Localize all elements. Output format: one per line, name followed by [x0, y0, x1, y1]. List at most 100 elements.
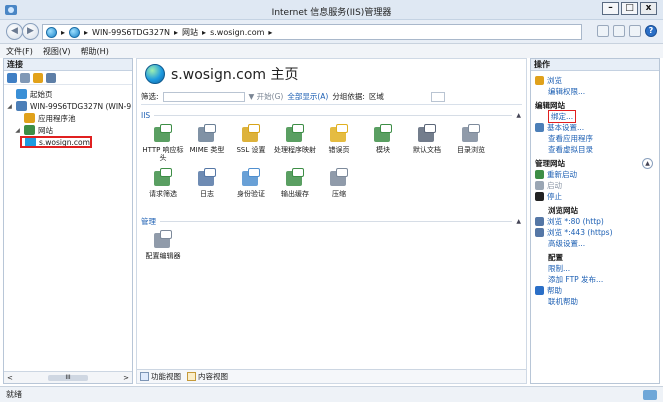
feature-item[interactable]: 目录浏览 [449, 124, 493, 162]
tree-expander-icon[interactable]: ◢ [6, 103, 13, 110]
feature-label: 目录浏览 [457, 146, 485, 154]
home-icon[interactable] [629, 25, 641, 37]
scroll-thumb[interactable]: III [48, 374, 88, 381]
menu-bar: 文件(F) 视图(V) 帮助(H) [0, 44, 663, 58]
view-mode-dropdown[interactable] [430, 91, 445, 102]
action-item[interactable]: 联机帮助 [535, 296, 659, 307]
tree-expander-icon[interactable]: ◢ [14, 127, 21, 134]
feature-item[interactable]: 配置编辑器 [141, 230, 185, 260]
go-button[interactable]: ▼ 开始(G) [249, 91, 284, 102]
action-item[interactable]: 浏览 *:80 (http) [535, 216, 659, 227]
features-view-icon [140, 372, 149, 381]
action-link[interactable]: 浏览 *:443 (https) [547, 227, 613, 238]
action-link[interactable]: 查看应用程序 [548, 133, 593, 144]
feature-label: 默认文档 [413, 146, 441, 154]
back-button[interactable]: ◀ [6, 23, 23, 40]
tree-item[interactable]: ◢ 网站 [6, 124, 132, 136]
action-item[interactable]: 浏览 [535, 75, 659, 86]
action-item[interactable]: 高级设置... [535, 238, 659, 249]
action-item[interactable]: 绑定... [535, 110, 659, 123]
action-item: 启动 [535, 180, 659, 191]
globe-icon [69, 26, 81, 38]
tab-features-view[interactable]: 功能视图 [140, 371, 181, 382]
scroll-left-button[interactable]: < [7, 374, 13, 382]
group-by-label: 分组依据: [332, 92, 365, 101]
close-button[interactable]: x [640, 2, 657, 15]
collapse-group-icon[interactable]: ▲ [642, 158, 653, 169]
tab-content-view[interactable]: 内容视图 [187, 371, 228, 382]
feature-item[interactable]: 默认文档 [405, 124, 449, 162]
feature-item[interactable]: 模块 [361, 124, 405, 162]
connect-icon[interactable] [7, 72, 17, 83]
tree-item[interactable]: 起始页 [6, 88, 132, 100]
action-link[interactable]: 基本设置... [547, 122, 584, 133]
feature-item[interactable]: 压缩 [317, 168, 361, 198]
action-link[interactable]: 浏览 [547, 75, 562, 86]
tree-node-icon [16, 101, 27, 111]
action-item[interactable]: 停止 [535, 191, 659, 202]
action-group-title: 配置 [548, 253, 563, 262]
group-by-select[interactable]: 区域 [369, 91, 427, 102]
action-item[interactable]: 基本设置... [535, 122, 659, 133]
feature-item[interactable]: 处理程序映射 [273, 124, 317, 162]
tree-item[interactable]: 应用程序池 [6, 112, 132, 124]
action-item[interactable]: 限制... [535, 263, 659, 274]
breadcrumb-separator: ▸ [61, 27, 66, 37]
scroll-right-button[interactable]: > [123, 374, 129, 382]
feature-label: 压缩 [332, 190, 346, 198]
menu-view[interactable]: 视图(V) [43, 46, 71, 57]
view-tabs: 功能视图 内容视图 [137, 369, 526, 383]
feature-item[interactable]: 错误页 [317, 124, 361, 162]
action-link[interactable]: 查看虚拟目录 [548, 144, 593, 155]
show-all-button[interactable]: 全部显示(A) [287, 91, 328, 102]
stop-icon[interactable] [613, 25, 625, 37]
feature-item[interactable]: 输出缓存 [273, 168, 317, 198]
tree-item[interactable]: ◢ WIN-99S6TDG327N (WIN-9 [6, 100, 132, 112]
action-item[interactable]: 重新启动 [535, 169, 659, 180]
action-link[interactable]: 编辑权限... [548, 86, 585, 97]
feature-item[interactable]: 请求筛选 [141, 168, 185, 198]
action-link[interactable]: 限制... [548, 263, 570, 274]
menu-file[interactable]: 文件(F) [6, 46, 33, 57]
forward-button[interactable]: ▶ [22, 23, 39, 40]
feature-item[interactable]: HTTP 响应标头 [141, 124, 185, 162]
action-group-header[interactable]: 管理网站 ▲ [535, 158, 659, 169]
breadcrumb[interactable]: ▸ ▸ WIN-99S6TDG327N ▸ 网站 ▸ s.wosign.com … [42, 24, 582, 40]
action-item[interactable]: 浏览 *:443 (https) [535, 227, 659, 238]
network-icon[interactable] [597, 25, 609, 37]
action-item[interactable]: 查看虚拟目录 [535, 144, 659, 155]
action-link[interactable]: 添加 FTP 发布... [548, 274, 603, 285]
action-link[interactable]: 高级设置... [548, 238, 585, 249]
minimize-button[interactable]: – [602, 2, 619, 15]
action-link[interactable]: 重新启动 [547, 169, 577, 180]
save-icon[interactable] [20, 72, 30, 83]
feature-item[interactable]: 身份验证 [229, 168, 273, 198]
up-icon[interactable] [33, 72, 43, 83]
breadcrumb-item-server[interactable]: WIN-99S6TDG327N [92, 28, 170, 37]
action-link[interactable]: 浏览 *:80 (http) [547, 216, 604, 227]
horizontal-scrollbar[interactable]: < III > [4, 371, 132, 383]
action-item[interactable]: 帮助 [535, 285, 659, 296]
action-link[interactable]: 帮助 [547, 285, 562, 296]
action-link[interactable]: 停止 [547, 191, 562, 202]
action-item[interactable]: 添加 FTP 发布... [535, 274, 659, 285]
action-link[interactable]: 联机帮助 [548, 296, 578, 307]
collapse-section-icon[interactable]: ▲ [516, 218, 521, 225]
tree-item[interactable]: s.wosign.com [20, 136, 92, 148]
breadcrumb-item-sites[interactable]: 网站 [182, 27, 198, 38]
default-document-icon [416, 124, 438, 144]
breadcrumb-item-site[interactable]: s.wosign.com [210, 28, 264, 37]
action-item[interactable]: 编辑权限... [535, 86, 659, 97]
refresh-connections-icon[interactable] [46, 72, 56, 83]
feature-item[interactable]: 日志 [185, 168, 229, 198]
menu-help[interactable]: 帮助(H) [81, 46, 109, 57]
maximize-button[interactable]: □ [621, 2, 638, 15]
globe-icon [46, 26, 57, 38]
tree-node-icon [24, 125, 35, 135]
filter-input[interactable] [162, 91, 245, 102]
action-item[interactable]: 查看应用程序 [535, 133, 659, 144]
feature-item[interactable]: SSL 设置 [229, 124, 273, 162]
help-icon[interactable]: ? [645, 25, 657, 37]
feature-item[interactable]: MIME 类型 [185, 124, 229, 162]
collapse-section-icon[interactable]: ▲ [516, 112, 521, 119]
